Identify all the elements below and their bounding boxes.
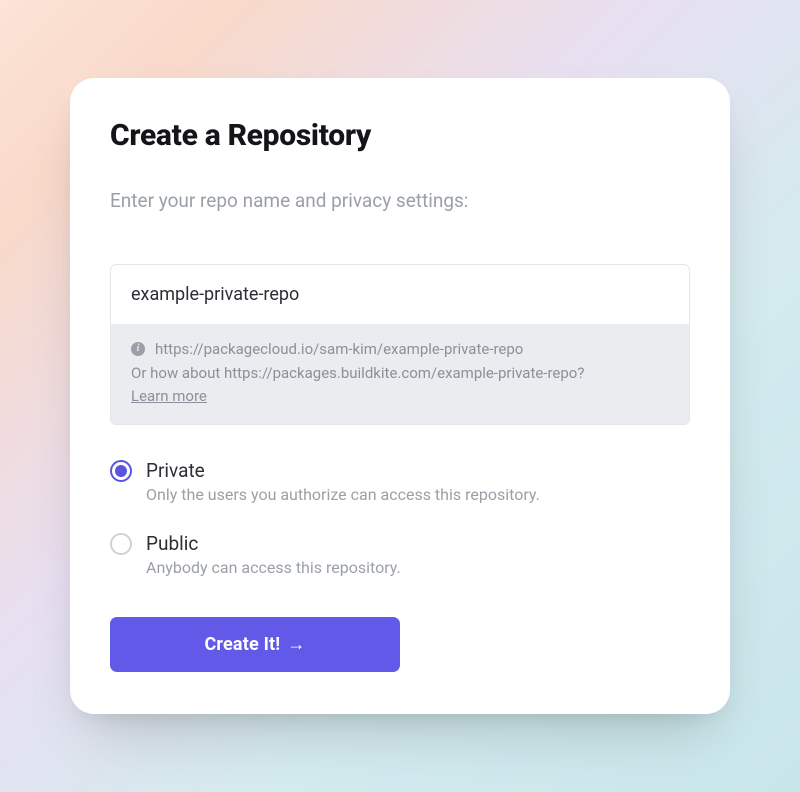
create-repository-card: Create a Repository Enter your repo name… xyxy=(70,78,730,715)
arrow-right-icon: → xyxy=(287,634,305,655)
learn-more-link[interactable]: Learn more xyxy=(131,387,207,405)
info-icon: i xyxy=(131,342,145,356)
option-private-text: Private Only the users you authorize can… xyxy=(146,459,540,504)
repo-input-container: i https://packagecloud.io/sam-kim/exampl… xyxy=(110,264,690,426)
radio-private[interactable] xyxy=(110,460,132,482)
page-subtitle: Enter your repo name and privacy setting… xyxy=(110,189,690,212)
repo-hint-box: i https://packagecloud.io/sam-kim/exampl… xyxy=(111,324,689,425)
option-public[interactable]: Public Anybody can access this repositor… xyxy=(110,532,690,577)
create-button-label: Create It! xyxy=(204,634,280,655)
hint-line-2: Or how about https://packages.buildkite.… xyxy=(131,362,669,385)
page-title: Create a Repository xyxy=(110,118,690,153)
option-private-label: Private xyxy=(146,459,540,482)
option-private-desc: Only the users you authorize can access … xyxy=(146,485,540,504)
repo-name-input[interactable] xyxy=(111,265,689,324)
option-private[interactable]: Private Only the users you authorize can… xyxy=(110,459,690,504)
privacy-options: Private Only the users you authorize can… xyxy=(110,459,690,577)
create-button[interactable]: Create It! → xyxy=(110,617,400,672)
option-public-text: Public Anybody can access this repositor… xyxy=(146,532,401,577)
radio-public[interactable] xyxy=(110,533,132,555)
option-public-label: Public xyxy=(146,532,401,555)
hint-url-preview: https://packagecloud.io/sam-kim/example-… xyxy=(155,338,523,361)
option-public-desc: Anybody can access this repository. xyxy=(146,558,401,577)
hint-line-1: i https://packagecloud.io/sam-kim/exampl… xyxy=(131,338,669,361)
